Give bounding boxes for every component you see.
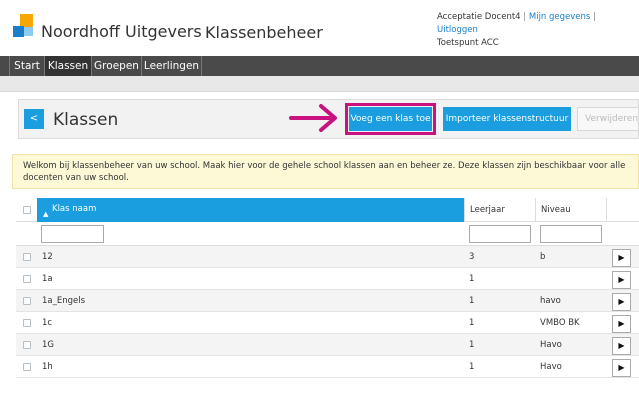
table-row[interactable]: 1h 1 Havo ▶	[16, 356, 639, 378]
row-open-button[interactable]: ▶	[612, 359, 631, 377]
nav-item-leerlingen[interactable]: Leerlingen	[142, 56, 202, 76]
cell-level: b	[540, 252, 546, 262]
table-header: ▲ Klas naam Leerjaar Niveau	[16, 198, 639, 222]
filter-level-input[interactable]	[540, 225, 602, 243]
user-info: Acceptatie Docent4 | Mijn gegevens | Uit…	[437, 11, 639, 50]
cell-year: 1	[469, 362, 475, 372]
cell-level: Havo	[540, 340, 562, 350]
arrow-annotation-icon	[289, 104, 337, 132]
main-nav: Start Klassen Groepen Leerlingen	[0, 56, 639, 76]
filter-row	[16, 222, 639, 246]
app-header: Noordhoff Uitgevers Klassenbeheer Accept…	[0, 0, 639, 56]
cell-name: 1c	[42, 318, 53, 328]
cell-name: 12	[42, 252, 53, 262]
cell-year: 1	[469, 296, 475, 306]
separator: |	[593, 12, 596, 22]
app-title: Klassenbeheer	[205, 23, 323, 42]
sort-asc-icon: ▲	[43, 210, 49, 218]
logout-link[interactable]: Uitloggen	[437, 25, 478, 35]
cell-level: VMBO BK	[540, 318, 580, 328]
nav-item-start[interactable]: Start	[10, 56, 45, 76]
filter-name-input[interactable]	[41, 225, 104, 243]
nav-item-groepen[interactable]: Groepen	[92, 56, 142, 76]
row-checkbox[interactable]	[23, 363, 31, 371]
table-row[interactable]: 1a_Engels 1 havo ▶	[16, 290, 639, 312]
row-open-button[interactable]: ▶	[612, 271, 631, 289]
column-header-level[interactable]: Niveau	[535, 198, 606, 222]
add-class-button[interactable]: Voeg een klas toe	[349, 107, 432, 131]
row-checkbox[interactable]	[23, 253, 31, 261]
row-checkbox[interactable]	[23, 319, 31, 327]
school-name: Toetspunt ACC	[437, 38, 499, 48]
cell-name: 1a	[42, 274, 53, 284]
noordhoff-logo	[13, 14, 35, 38]
nav-item-klassen[interactable]: Klassen	[45, 56, 92, 76]
brand-name: Noordhoff Uitgevers	[41, 22, 202, 41]
cell-year: 3	[469, 252, 475, 262]
user-name: Acceptatie Docent4	[437, 12, 521, 22]
cell-name: 1a_Engels	[42, 296, 86, 306]
separator: |	[523, 12, 527, 22]
cell-name: 1G	[42, 340, 54, 350]
delete-button[interactable]: Verwijderen	[577, 107, 639, 131]
sub-bar	[0, 76, 639, 92]
cell-level: havo	[540, 296, 561, 306]
table-row[interactable]: 1a 1 ▶	[16, 268, 639, 290]
cell-name: 1h	[42, 362, 53, 372]
row-open-button[interactable]: ▶	[612, 315, 631, 333]
filter-year-input[interactable]	[469, 225, 531, 243]
info-message: Welkom bij klassenbeheer van uw school. …	[12, 154, 639, 189]
column-header-name[interactable]: ▲ Klas naam	[37, 198, 464, 222]
table-row[interactable]: 1c 1 VMBO BK ▶	[16, 312, 639, 334]
column-header-actions	[606, 198, 639, 222]
import-structure-button[interactable]: Importeer klassenstructuur	[443, 107, 571, 131]
row-open-button[interactable]: ▶	[612, 293, 631, 311]
cell-year: 1	[469, 340, 475, 350]
back-button[interactable]: <	[24, 109, 44, 129]
my-details-link[interactable]: Mijn gegevens	[529, 12, 590, 22]
table-row[interactable]: 12 3 b ▶	[16, 246, 639, 268]
table-row[interactable]: 1G 1 Havo ▶	[16, 334, 639, 356]
column-label-name: Klas naam	[52, 204, 97, 214]
row-open-button[interactable]: ▶	[612, 337, 631, 355]
cell-year: 1	[469, 274, 475, 284]
row-checkbox[interactable]	[23, 275, 31, 283]
cell-level: Havo	[540, 362, 562, 372]
cell-year: 1	[469, 318, 475, 328]
row-open-button[interactable]: ▶	[612, 249, 631, 267]
page-title: Klassen	[53, 110, 119, 130]
column-header-year[interactable]: Leerjaar	[464, 198, 535, 222]
row-checkbox[interactable]	[23, 297, 31, 305]
select-all-checkbox[interactable]	[23, 206, 31, 214]
row-checkbox[interactable]	[23, 341, 31, 349]
